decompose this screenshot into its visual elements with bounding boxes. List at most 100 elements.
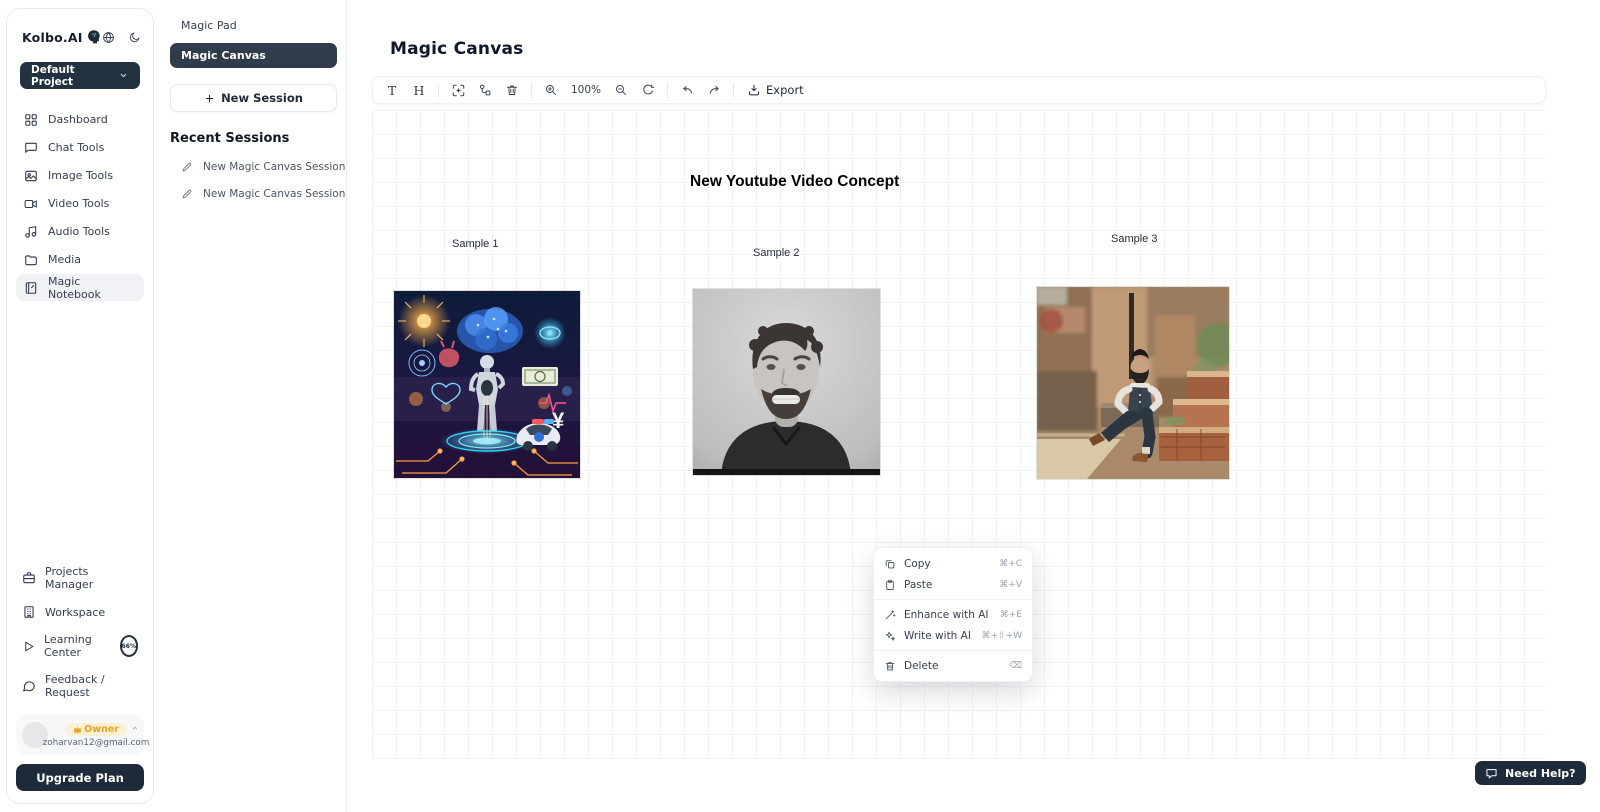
context-menu-divider <box>874 650 1032 651</box>
sidebar-footer-nav: Projects Manager Workspace Learning Cent… <box>16 565 144 699</box>
context-menu-item-copy[interactable]: Copy ⌘+C <box>874 553 1032 574</box>
canvas-image-sample-1[interactable]: ¥ <box>394 291 580 478</box>
paste-icon <box>884 579 896 591</box>
sidebar-item-label: Audio Tools <box>48 225 110 238</box>
zoom-in-icon <box>544 83 558 97</box>
context-menu-item-delete[interactable]: Delete ⌫ <box>874 655 1032 676</box>
text-tool-button[interactable]: T <box>381 79 403 101</box>
context-menu-item-write-with-ai[interactable]: Write with AI ⌘+⇧+W <box>874 625 1032 646</box>
recent-session-item[interactable]: New Magic Canvas Session <box>181 161 346 173</box>
play-icon <box>22 640 35 653</box>
sidebar-item-media[interactable]: Media <box>16 246 144 273</box>
reset-view-button[interactable] <box>637 79 659 101</box>
zoom-out-button[interactable] <box>610 79 632 101</box>
upgrade-plan-button[interactable]: Upgrade Plan <box>16 764 144 791</box>
need-help-button[interactable]: Need Help? <box>1475 761 1586 785</box>
undo-button[interactable] <box>676 79 698 101</box>
sidebar-item-workspace[interactable]: Workspace <box>16 605 144 619</box>
sidebar-item-label: Dashboard <box>48 113 108 126</box>
context-menu-item-enhance-with-ai[interactable]: Enhance with AI ⌘+E <box>874 604 1032 625</box>
sidebar-item-label: Projects Manager <box>45 565 138 591</box>
ai-head-icon <box>86 29 102 45</box>
project-selector[interactable]: Default Project <box>20 62 140 89</box>
canvas-text-sample-2[interactable]: Sample 2 <box>753 247 799 259</box>
canvas-text-sample-3[interactable]: Sample 3 <box>1111 233 1157 245</box>
sidebar-nav: Dashboard Chat Tools Image Tools Video T… <box>16 106 144 301</box>
new-session-button[interactable]: New Session <box>170 84 337 112</box>
shortcut-label: ⌘+V <box>999 580 1022 590</box>
sidebar-item-dashboard[interactable]: Dashboard <box>16 106 144 133</box>
sidebar-item-feedback-request[interactable]: Feedback / Request <box>16 673 144 699</box>
heading-tool-button[interactable]: H <box>408 79 430 101</box>
learning-progress-badge: 66% <box>120 635 138 657</box>
expand-icon <box>131 724 139 732</box>
recent-sessions-heading: Recent Sessions <box>170 131 346 146</box>
sidebar-item-projects-manager[interactable]: Projects Manager <box>16 565 144 591</box>
tool-item-magic-pad[interactable]: Magic Pad <box>155 15 346 35</box>
workflow-tool-button[interactable] <box>474 79 496 101</box>
folder-icon <box>24 253 38 267</box>
sidebar-item-label: Feedback / Request <box>45 673 138 699</box>
redo-button[interactable] <box>703 79 725 101</box>
plus-icon <box>204 93 215 104</box>
shortcut-label: ⌫ <box>1009 661 1022 671</box>
sidebar-item-label: Media <box>48 253 81 266</box>
ai-scan-tool-button[interactable] <box>447 79 469 101</box>
sidebar-item-chat-tools[interactable]: Chat Tools <box>16 134 144 161</box>
canvas-text-sample-1[interactable]: Sample 1 <box>452 238 498 250</box>
zoom-level[interactable]: 100% <box>567 84 605 96</box>
dark-mode-moon-icon[interactable] <box>128 31 141 44</box>
shortcut-label: ⌘+⇧+W <box>981 631 1022 641</box>
download-icon <box>747 83 761 97</box>
magic-canvas-surface[interactable]: New Youtube Video Concept Sample 1 Sampl… <box>372 110 1546 760</box>
undo-icon <box>680 83 695 98</box>
sidebar-item-audio-tools[interactable]: Audio Tools <box>16 218 144 245</box>
shortcut-label: ⌘+C <box>999 559 1022 569</box>
toolbar-divider <box>733 83 734 98</box>
user-email: zoharvan12@gmail.com <box>43 738 150 748</box>
image-icon <box>24 169 38 183</box>
dashboard-icon <box>24 113 38 127</box>
export-button[interactable]: Export <box>742 83 809 97</box>
sidebar-spacer <box>16 301 144 565</box>
recent-session-item[interactable]: New Magic Canvas Session <box>181 188 346 200</box>
zoom-in-button[interactable] <box>540 79 562 101</box>
tool-item-magic-canvas[interactable]: Magic Canvas <box>170 43 337 68</box>
rotate-reset-icon <box>641 83 655 97</box>
redo-icon <box>707 83 722 98</box>
project-selector-label: Default Project <box>31 64 118 88</box>
zoom-out-icon <box>614 83 628 97</box>
notebook-icon <box>24 281 38 295</box>
sessions-panel: Magic Pad Magic Canvas New Session Recen… <box>155 0 347 812</box>
sidebar-item-magic-notebook[interactable]: Magic Notebook <box>16 274 144 301</box>
building-icon <box>22 605 36 619</box>
sidebar-item-image-tools[interactable]: Image Tools <box>16 162 144 189</box>
sidebar-item-label: Magic Notebook <box>48 275 136 301</box>
chat-icon <box>24 141 38 155</box>
sidebar-item-video-tools[interactable]: Video Tools <box>16 190 144 217</box>
briefcase-icon <box>22 571 36 585</box>
delete-tool-button[interactable] <box>501 79 523 101</box>
ai-scan-icon <box>451 83 466 98</box>
role-badge: Owner <box>65 723 127 736</box>
feedback-icon <box>22 679 36 693</box>
sidebar-item-label: Chat Tools <box>48 141 104 154</box>
sidebar-item-label: Image Tools <box>48 169 113 182</box>
toolbar-divider <box>667 83 668 98</box>
pencil-icon <box>181 161 193 173</box>
language-globe-icon[interactable] <box>102 31 115 44</box>
shortcut-label: ⌘+E <box>1000 610 1022 620</box>
canvas-image-sample-2[interactable] <box>693 289 880 475</box>
sidebar-item-learning-center[interactable]: Learning Center 66% <box>16 633 144 659</box>
user-card[interactable]: Owner zoharvan12@gmail.com <box>16 715 144 755</box>
context-menu-item-paste[interactable]: Paste ⌘+V <box>874 574 1032 595</box>
canvas-image-sample-3[interactable] <box>1037 287 1229 479</box>
wand-icon <box>884 609 896 621</box>
crown-icon <box>73 725 82 734</box>
trash-icon <box>505 83 519 97</box>
trash-icon <box>884 660 896 672</box>
pencil-icon <box>181 188 193 200</box>
canvas-text-heading[interactable]: New Youtube Video Concept <box>690 173 899 191</box>
workflow-icon <box>478 83 492 97</box>
audio-icon <box>24 225 38 239</box>
